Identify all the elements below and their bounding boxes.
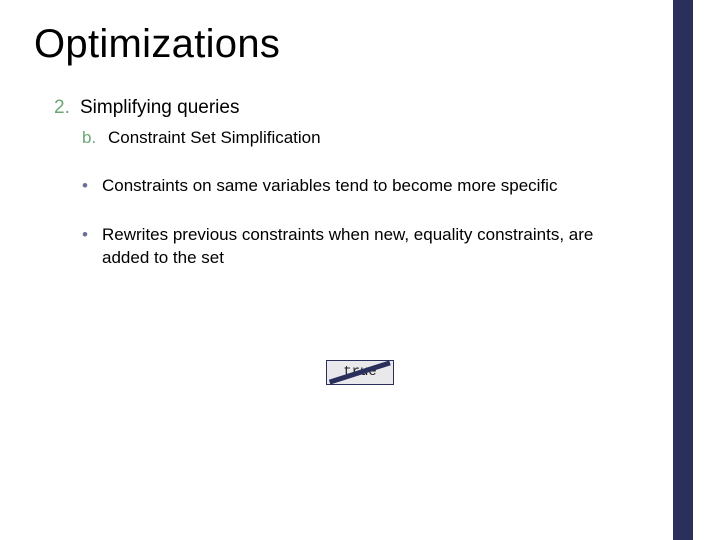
list-level2-row: 2. Simplifying queries [34, 95, 660, 122]
list-level2-marker: 2. [54, 95, 80, 122]
list-level3-marker: b. [82, 126, 108, 150]
bullet-text: Constraints on same variables tend to be… [102, 175, 557, 198]
bullet-row-0: • Constraints on same variables tend to … [34, 175, 660, 198]
true-box: true [326, 360, 394, 385]
bullet-text: Rewrites previous constraints when new, … [102, 224, 642, 270]
bullet-marker-icon: • [82, 224, 102, 247]
list-level3-row: b. Constraint Set Simplification [34, 126, 660, 150]
slide-title: Optimizations [34, 22, 660, 67]
list-level3-text: Constraint Set Simplification [108, 126, 321, 150]
list-level2-text: Simplifying queries [80, 95, 239, 122]
bullet-row-1: • Rewrites previous constraints when new… [34, 224, 660, 270]
true-box-container: true [0, 360, 720, 385]
bullet-marker-icon: • [82, 175, 102, 198]
true-box-label: true [343, 364, 377, 380]
slide-body: Optimizations 2. Simplifying queries b. … [0, 0, 720, 540]
